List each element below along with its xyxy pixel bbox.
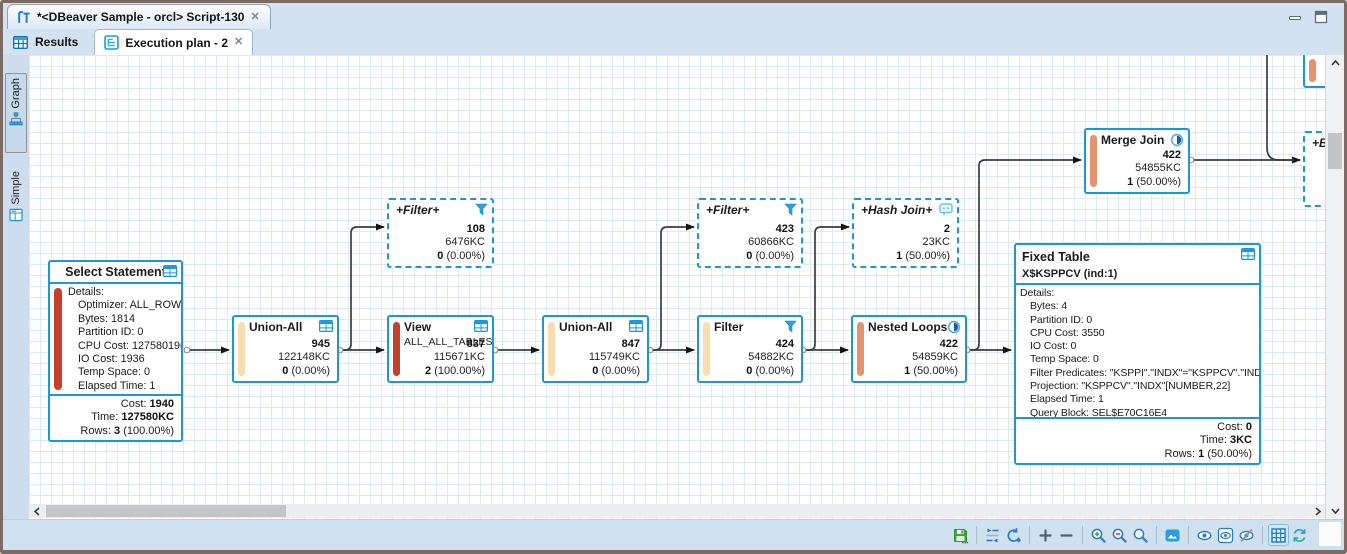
zoom-in-icon[interactable] [1088,524,1109,546]
expand-icon[interactable] [1035,524,1056,546]
scrollbar-corner [1319,522,1341,546]
vertical-scroll-thumb[interactable] [1328,133,1342,169]
refresh-icon[interactable] [1289,524,1310,546]
node-metrics: 837 115671KC 2 (100.00%) [425,338,485,379]
minimize-icon[interactable] [1288,11,1302,24]
reset-layout-icon[interactable] [1003,524,1024,546]
node-metrics: 2 23KC 1 (50.00%) [896,223,950,264]
plan-node-hash-join-plus[interactable]: +Hash Join+ 2 23KC 1 (50.00%) [852,198,959,268]
sidebar-item-simple[interactable]: Simple [5,167,27,249]
execution-plan-icon [104,35,119,50]
tab-sql-script[interactable]: *<DBeaver Sample - orcl> Script-130 ✕ [7,4,271,29]
dbeaver-window: *<DBeaver Sample - orcl> Script-130 ✕ Re… [0,0,1347,554]
filter-funnel-icon [475,203,488,216]
close-icon[interactable]: ✕ [234,37,243,48]
filter-funnel-icon [784,320,797,333]
collapse-icon[interactable] [1056,524,1077,546]
cost-bar [54,288,62,390]
plan-node-partial-top[interactable] [1303,55,1325,88]
plan-node-filter-plus-1[interactable]: +Filter+ 108 6476KC 0 (0.00%) [387,198,494,268]
results-table-icon [13,36,28,49]
window-controls [1288,10,1328,24]
minimap-icon[interactable] [1162,524,1183,546]
plan-node-filter[interactable]: Filter 424 54882KC 0 (0.00%) [697,315,803,383]
plan-node-union-all-1[interactable]: Union-All 945 122148KC 0 (0.00%) [232,315,339,383]
horizontal-scroll-thumb[interactable] [46,505,286,517]
scroll-right-icon[interactable] [1310,504,1325,518]
maximize-icon[interactable] [1314,10,1328,24]
node-metrics: 424 54882KC 0 (0.00%) [746,338,794,379]
tab-execution-plan[interactable]: Execution plan - 2 ✕ [94,29,253,55]
vertical-scrollbar[interactable] [1325,55,1344,519]
horizontal-scrollbar[interactable] [29,504,1325,518]
tab-results[interactable]: Results [3,29,94,55]
editor-tab-title: *<DBeaver Sample - orcl> Script-130 [37,10,244,24]
table-icon [319,320,333,332]
simple-view-icon [9,208,23,222]
plan-node-fixed-table[interactable]: Fixed Table X$KSPPCV (ind:1) Details: By… [1014,243,1261,465]
plan-node-view[interactable]: View ALL_ALL_TABLES 837 115671KC 2 (100.… [387,315,494,383]
node-subtitle: X$KSPPCV (ind:1) [1022,268,1253,280]
sql-script-icon [16,10,31,25]
show-selected-icon[interactable] [1215,524,1236,546]
node-metrics: 422 54855KC 1 (50.00%) [1127,149,1181,190]
save-icon[interactable] [950,524,971,546]
close-icon[interactable]: ✕ [250,12,259,23]
loop-half-circle-icon [1170,133,1184,147]
plan-node-partial-dashed[interactable]: +B [1303,131,1325,207]
plan-node-merge-join[interactable]: Merge Join 422 54855KC 1 (50.00%) [1084,128,1190,194]
execution-plan-canvas[interactable]: Select Statement Details: Optimizer: ALL… [29,55,1325,519]
table-icon [163,265,177,277]
node-metrics: 945 122148KC 0 (0.00%) [278,338,330,379]
node-title: Fixed Table [1022,250,1090,264]
view-switch-sidebar: Graph Simple [3,55,29,519]
table-icon [629,320,643,332]
node-metrics: Cost: 1940 Time: 127580KC Rows: 3 (100.0… [50,394,181,441]
node-metrics: 847 115749KC 0 (0.00%) [589,338,640,379]
editor-tab-bar: *<DBeaver Sample - orcl> Script-130 ✕ [3,3,1344,29]
plan-node-union-all-2[interactable]: Union-All 847 115749KC 0 (0.00%) [542,315,649,383]
node-metrics: Cost: 0 Time: 3KC Rows: 1 (50.00%) [1016,417,1259,464]
node-title: Select Statement [56,265,175,279]
plan-toolbar [3,519,1344,550]
table-icon [1241,248,1255,260]
auto-layout-icon[interactable] [982,524,1003,546]
plan-node-select-statement[interactable]: Select Statement Details: Optimizer: ALL… [48,260,183,442]
node-metrics: 422 54859KC 1 (50.00%) [904,338,958,379]
plan-node-nested-loops[interactable]: Nested Loops 422 54859KC 1 (50.00%) [851,315,967,383]
result-tab-bar: Results Execution plan - 2 ✕ [3,29,1344,55]
sidebar-item-graph[interactable]: Graph [5,73,27,153]
zoom-out-icon[interactable] [1109,524,1130,546]
plan-node-filter-plus-2[interactable]: +Filter+ 423 60866KC 0 (0.00%) [697,198,803,268]
node-metrics: 423 60866KC 0 (0.00%) [746,223,794,264]
grid-toggle-icon[interactable] [1268,524,1289,546]
show-all-icon[interactable] [1194,524,1215,546]
scroll-left-icon[interactable] [29,504,44,518]
hide-icon[interactable] [1236,524,1257,546]
scroll-down-icon[interactable] [1326,503,1344,519]
node-metrics: 108 6476KC 0 (0.00%) [437,223,485,264]
filter-funnel-icon [784,203,797,216]
loop-half-circle-icon [947,320,961,334]
scroll-up-icon[interactable] [1326,55,1344,71]
join-callout-icon [939,203,953,216]
graph-icon [9,112,23,126]
table-icon [474,320,488,332]
zoom-original-icon[interactable] [1130,524,1151,546]
